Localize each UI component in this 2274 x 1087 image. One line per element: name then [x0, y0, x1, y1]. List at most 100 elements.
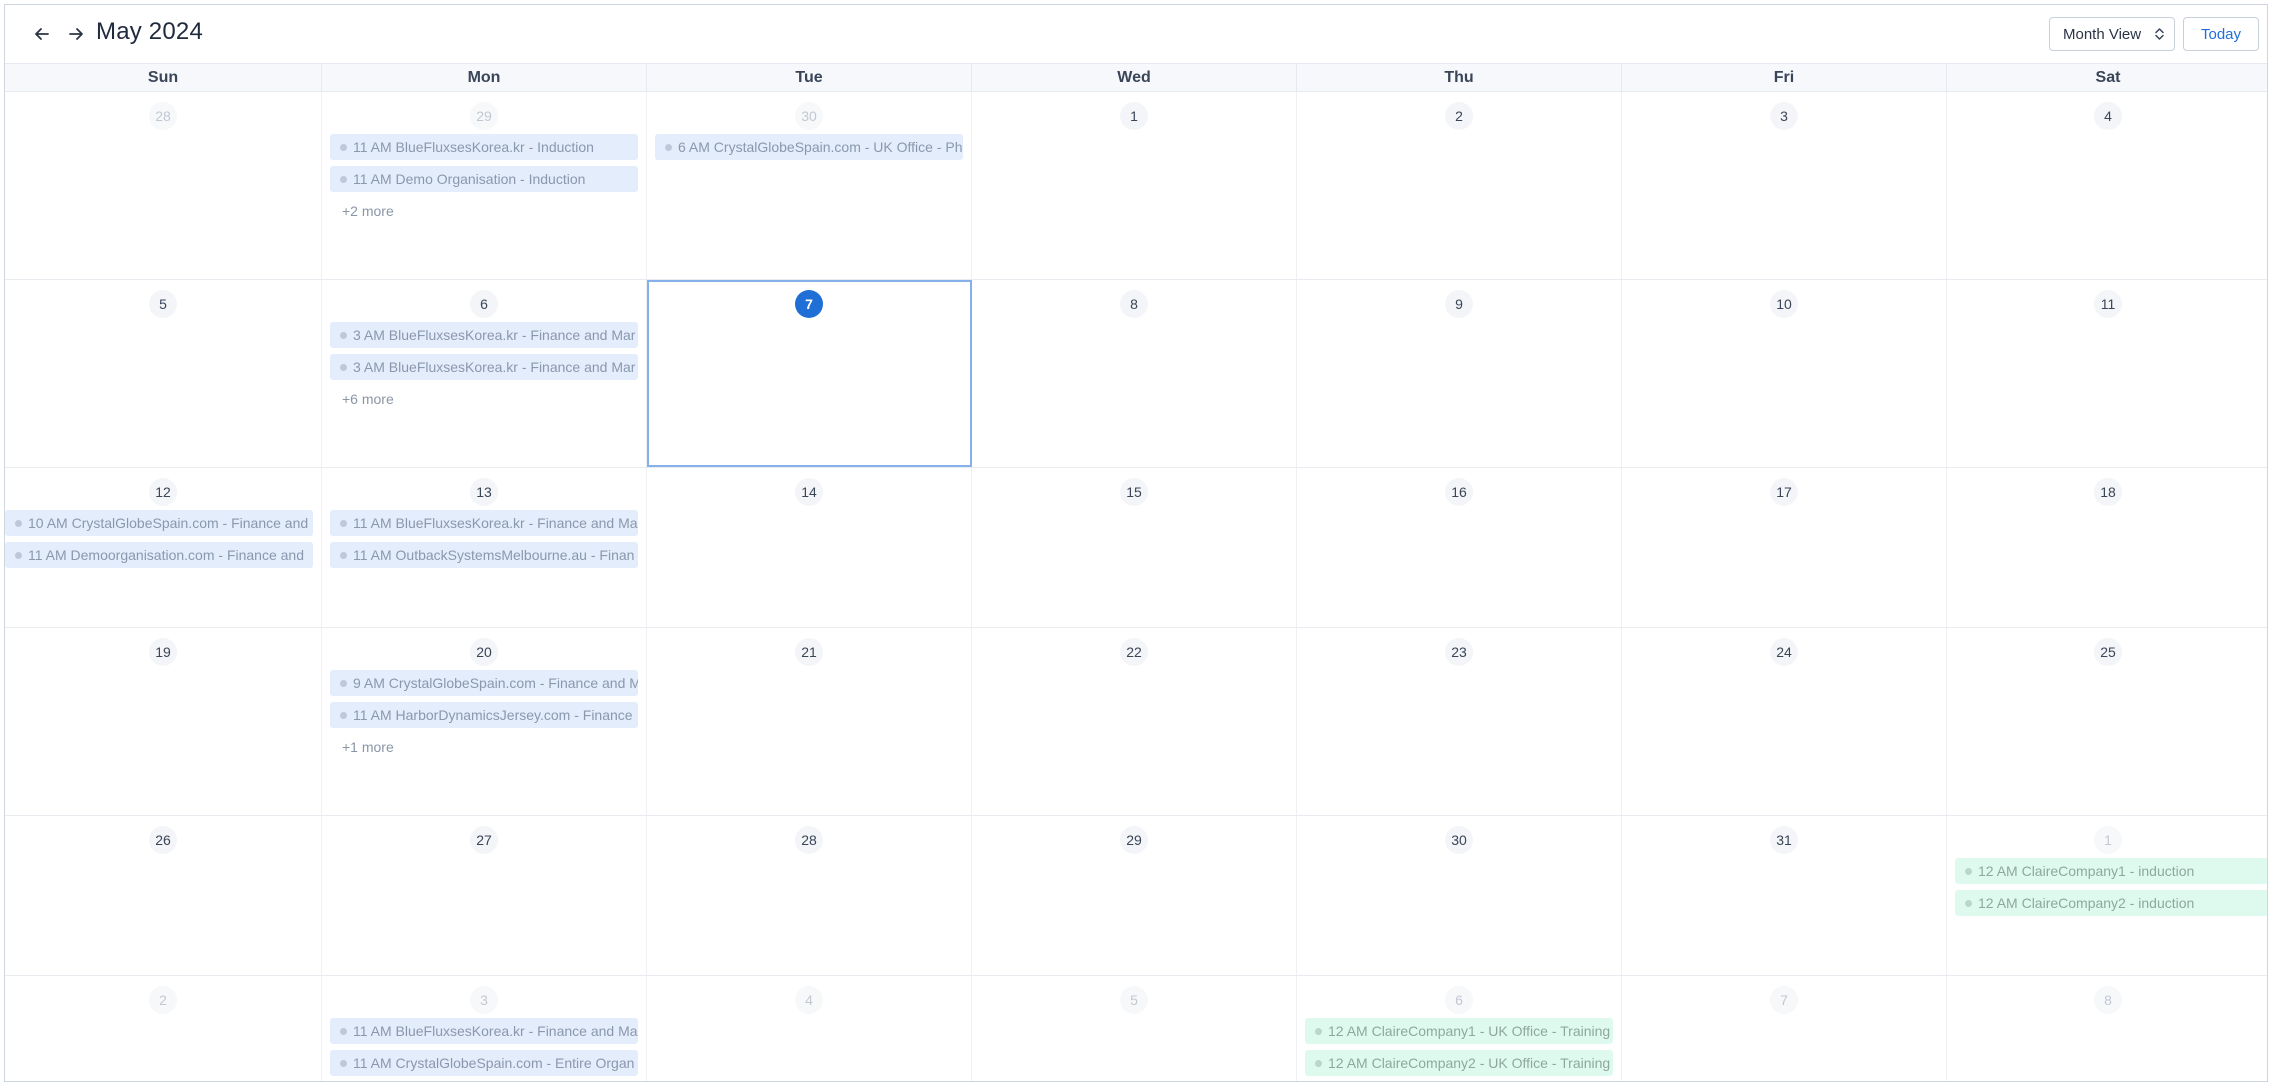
day-number: 13	[470, 478, 498, 506]
calendar-event[interactable]: 3 AM BlueFluxsesKorea.kr - Finance and M…	[330, 354, 638, 380]
day-cell[interactable]: 16	[1297, 468, 1622, 627]
calendar-event[interactable]: 11 AM Demo Organisation - Induction	[330, 166, 638, 192]
more-events-link[interactable]: +2 more	[342, 203, 394, 219]
day-cell[interactable]: 6 3 AM BlueFluxsesKorea.kr - Finance and …	[322, 280, 647, 467]
day-cell[interactable]: 20 9 AM CrystalGlobeSpain.com - Finance a…	[322, 628, 647, 815]
weekday-mon: Mon	[322, 64, 647, 91]
day-cell[interactable]: 23	[1297, 628, 1622, 815]
weekday-wed: Wed	[972, 64, 1297, 91]
calendar-event[interactable]: 10 AM CrystalGlobeSpain.com - Finance an…	[5, 510, 313, 536]
day-cell[interactable]: 6 12 AM ClaireCompany1 - UK Office - Trai…	[1297, 976, 1622, 1081]
day-number: 20	[470, 638, 498, 666]
day-cell[interactable]: 30	[1297, 816, 1622, 975]
day-cell[interactable]: 21	[647, 628, 972, 815]
next-month-button[interactable]	[61, 19, 91, 49]
day-number: 5	[149, 290, 177, 318]
day-number: 4	[2094, 102, 2122, 130]
day-number: 2	[1445, 102, 1473, 130]
day-cell[interactable]: 5	[972, 976, 1297, 1081]
calendar-event[interactable]: 12 AM ClaireCompany2 - UK Office - Train…	[1305, 1050, 1613, 1076]
day-number: 18	[2094, 478, 2122, 506]
day-number: 3	[1770, 102, 1798, 130]
day-number: 26	[149, 826, 177, 854]
day-cell[interactable]: 26	[5, 816, 322, 975]
calendar-toolbar: May 2024 Month View Today	[5, 5, 2267, 63]
day-number: 1	[1120, 102, 1148, 130]
day-number: 25	[2094, 638, 2122, 666]
calendar-event[interactable]: 11 AM BlueFluxsesKorea.kr - Finance and …	[330, 510, 638, 536]
day-number: 27	[470, 826, 498, 854]
day-cell[interactable]: 12 10 AM CrystalGlobeSpain.com - Finance …	[5, 468, 322, 627]
day-cell[interactable]: 5	[5, 280, 322, 467]
weekday-tue: Tue	[647, 64, 972, 91]
day-cell[interactable]: 3	[1622, 92, 1947, 279]
day-cell[interactable]: 7	[1622, 976, 1947, 1081]
calendar-event[interactable]: 11 AM HarborDynamicsJersey.com - Finance	[330, 702, 638, 728]
day-cell[interactable]: 11	[1947, 280, 2267, 467]
day-cell[interactable]: 30 6 AM CrystalGlobeSpain.com - UK Office…	[647, 92, 972, 279]
day-cell[interactable]: 28	[647, 816, 972, 975]
calendar-frame: May 2024 Month View Today Sun Mon Tue Wed Th…	[4, 4, 2268, 1082]
day-cell[interactable]: 18	[1947, 468, 2267, 627]
day-cell[interactable]: 19	[5, 628, 322, 815]
day-cell[interactable]: 24	[1622, 628, 1947, 815]
day-cell[interactable]: 3 11 AM BlueFluxsesKorea.kr - Finance and…	[322, 976, 647, 1081]
sort-caret-icon	[2155, 28, 2164, 40]
month-grid: 28 29 11 AM BlueFluxsesKorea.kr - Inductio…	[5, 92, 2267, 1081]
day-cell[interactable]: 15	[972, 468, 1297, 627]
calendar-event[interactable]: 11 AM CrystalGlobeSpain.com - Entire Org…	[330, 1050, 638, 1076]
day-cell[interactable]: 17	[1622, 468, 1947, 627]
weekday-sun: Sun	[5, 64, 322, 91]
calendar-event[interactable]: 11 AM Demoorganisation.com - Finance and	[5, 542, 313, 568]
view-select[interactable]: Month View	[2049, 17, 2175, 51]
more-events-link[interactable]: +6 more	[342, 391, 394, 407]
day-cell[interactable]: 13 11 AM BlueFluxsesKorea.kr - Finance an…	[322, 468, 647, 627]
day-cell[interactable]: 28	[5, 92, 322, 279]
calendar-event[interactable]: 11 AM OutbackSystemsMelbourne.au - Finan	[330, 542, 638, 568]
day-number: 5	[1120, 986, 1148, 1014]
month-title: May 2024	[96, 18, 203, 45]
calendar-event[interactable]: 6 AM CrystalGlobeSpain.com - UK Office -…	[655, 134, 963, 160]
day-cell[interactable]: 25	[1947, 628, 2267, 815]
day-number: 6	[1445, 986, 1473, 1014]
day-cell[interactable]: 4	[647, 976, 972, 1081]
day-cell[interactable]: 14	[647, 468, 972, 627]
calendar-event[interactable]: 12 AM ClaireCompany1 - induction	[1955, 858, 2267, 884]
day-cell[interactable]: 2	[1297, 92, 1622, 279]
day-cell[interactable]: 8	[972, 280, 1297, 467]
day-cell[interactable]: 8	[1947, 976, 2267, 1081]
calendar-event[interactable]: 11 AM BlueFluxsesKorea.kr - Induction	[330, 134, 638, 160]
day-number: 16	[1445, 478, 1473, 506]
day-number: 28	[149, 102, 177, 130]
week-row: 19 20 9 AM CrystalGlobeSpain.com - Finance…	[5, 628, 2267, 816]
day-number: 4	[795, 986, 823, 1014]
calendar-event[interactable]: 3 AM BlueFluxsesKorea.kr - Finance and M…	[330, 322, 638, 348]
calendar-event[interactable]: 12 AM ClaireCompany2 - induction	[1955, 890, 2267, 916]
day-number: 10	[1770, 290, 1798, 318]
day-number: 17	[1770, 478, 1798, 506]
week-row: 26 27 28 29 30 31 1 12 AM ClaireCompany1 - indu…	[5, 816, 2267, 976]
day-cell[interactable]: 29 11 AM BlueFluxsesKorea.kr - Induction 1…	[322, 92, 647, 279]
day-cell[interactable]: 31	[1622, 816, 1947, 975]
today-button[interactable]: Today	[2183, 17, 2259, 51]
calendar-event[interactable]: 11 AM BlueFluxsesKorea.kr - Finance and …	[330, 1018, 638, 1044]
day-number: 7	[1770, 986, 1798, 1014]
day-cell[interactable]: 10	[1622, 280, 1947, 467]
calendar-event[interactable]: 9 AM CrystalGlobeSpain.com - Finance and…	[330, 670, 638, 696]
day-cell[interactable]: 1	[972, 92, 1297, 279]
day-number: 8	[2094, 986, 2122, 1014]
day-cell[interactable]: 1 12 AM ClaireCompany1 - induction 12 AM C…	[1947, 816, 2267, 975]
day-cell[interactable]: 29	[972, 816, 1297, 975]
day-number: 22	[1120, 638, 1148, 666]
more-events-link[interactable]: +1 more	[342, 739, 394, 755]
day-cell[interactable]: 4	[1947, 92, 2267, 279]
day-cell[interactable]: 27	[322, 816, 647, 975]
prev-month-button[interactable]	[27, 19, 57, 49]
day-cell[interactable]: 9	[1297, 280, 1622, 467]
day-number: 15	[1120, 478, 1148, 506]
day-number: 1	[2094, 826, 2122, 854]
day-cell[interactable]: 22	[972, 628, 1297, 815]
day-cell[interactable]: 7	[647, 280, 972, 467]
calendar-event[interactable]: 12 AM ClaireCompany1 - UK Office - Train…	[1305, 1018, 1613, 1044]
day-cell[interactable]: 2	[5, 976, 322, 1081]
